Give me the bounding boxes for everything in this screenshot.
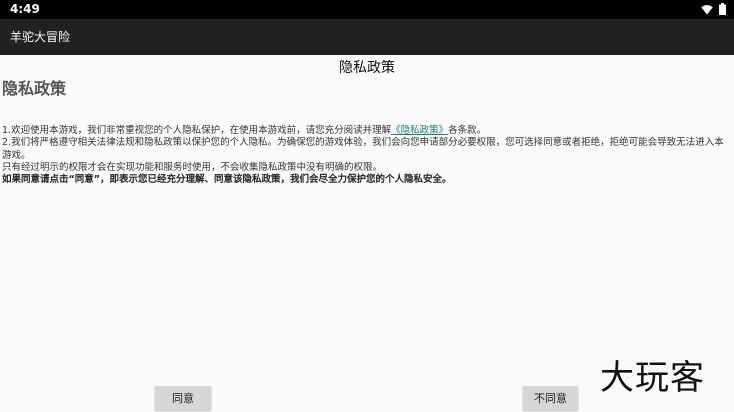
wifi-icon	[701, 4, 713, 15]
dialog-title: 隐私政策	[339, 60, 395, 76]
app-bar: 羊驼大冒险	[0, 19, 734, 55]
disagree-button[interactable]: 不同意	[523, 386, 578, 410]
policy-paragraph-1: 1.欢迎使用本游戏，我们非常重视您的个人隐私保护，在使用本游戏前，请您充分阅读并…	[2, 125, 730, 137]
policy-text: 1.欢迎使用本游戏，我们非常重视您的个人隐私保护，在使用本游戏前，请您充分阅读并…	[2, 125, 730, 186]
policy-paragraph-4: 如果同意请点击“同意”，即表示您已经充分理解、同意该隐私政策，我们会尽全力保护您…	[2, 174, 452, 186]
watermark-logo: 大玩客	[600, 358, 705, 398]
privacy-policy-view: 隐私政策 隐私政策 1.欢迎使用本游戏，我们非常重视您的个人隐私保护，在使用本游…	[0, 55, 734, 412]
policy-paragraph-1-prefix: 1.欢迎使用本游戏，我们非常重视您的个人隐私保护，在使用本游戏前，请您充分阅读并…	[2, 125, 392, 136]
policy-paragraph-1-suffix: 各条款。	[448, 125, 487, 136]
policy-paragraph-3: 只有经过明示的权限才会在实现功能和服务时使用，不会收集隐私政策中没有明确的权限。	[2, 161, 383, 173]
status-time: 4:49	[10, 2, 40, 16]
policy-paragraph-2: 2.我们将严格遵守相关法律法规和隐私政策以保护您的个人隐私。为确保您的游戏体验，…	[2, 137, 724, 161]
privacy-policy-link[interactable]: 《隐私政策》	[391, 125, 448, 136]
page-heading: 隐私政策	[2, 79, 67, 98]
battery-icon	[719, 3, 726, 15]
status-icons	[701, 3, 726, 15]
app-title: 羊驼大冒险	[10, 30, 71, 44]
agree-button[interactable]: 同意	[155, 386, 211, 410]
status-bar: 4:49	[0, 0, 734, 19]
